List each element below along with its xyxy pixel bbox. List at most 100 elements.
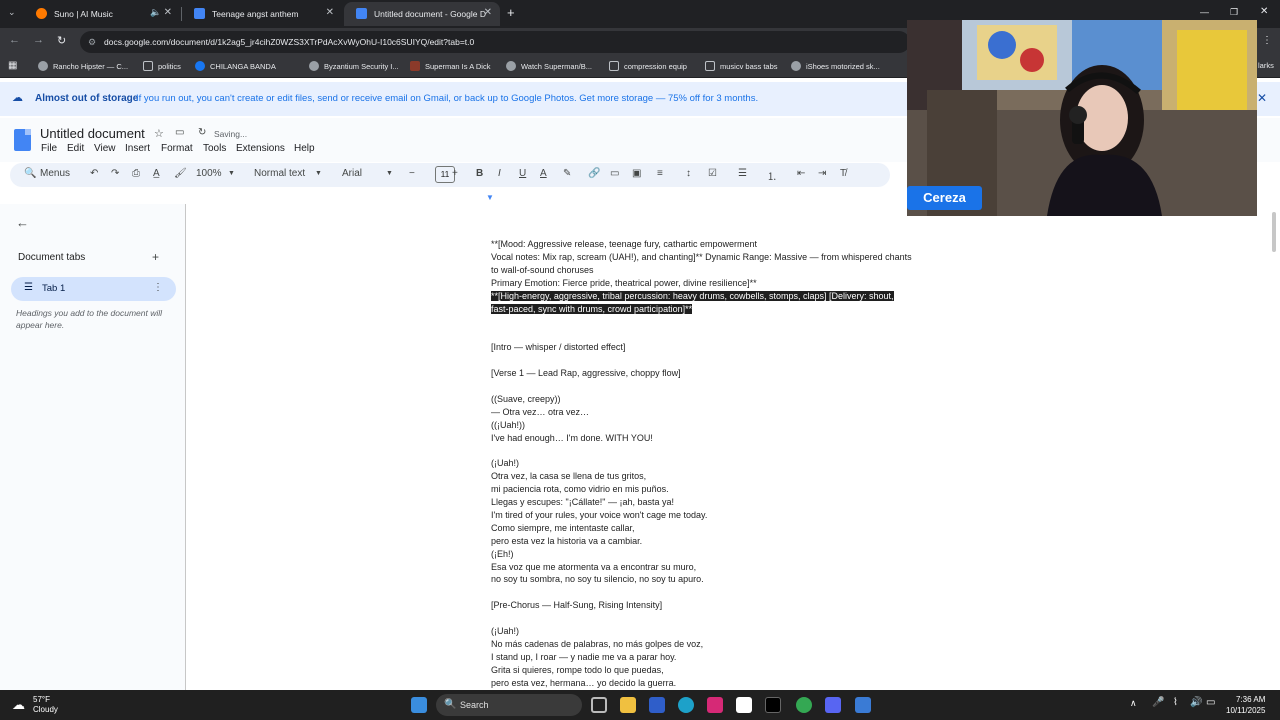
- banner-message-link[interactable]: If you run out, you can't create or edit…: [136, 93, 758, 104]
- search-menus-icon[interactable]: 🔍: [24, 168, 36, 179]
- print-icon[interactable]: ⎙: [132, 168, 140, 179]
- search-menus-label[interactable]: Menus: [40, 168, 70, 179]
- bookmark-folder[interactable]: compression equip: [609, 61, 687, 71]
- edge-icon[interactable]: [678, 697, 694, 713]
- more-options-icon[interactable]: ⋮: [153, 282, 163, 293]
- browser-tab-untitled-document[interactable]: Untitled document - Google D ✕: [344, 2, 500, 26]
- clock-date[interactable]: 10/11/2025: [1226, 706, 1265, 715]
- chevron-up-icon[interactable]: ∧: [1130, 698, 1137, 709]
- add-comment-icon[interactable]: ▭: [610, 168, 619, 179]
- bookmark-item[interactable]: Byzantium Security I...: [309, 61, 399, 71]
- amazon-icon[interactable]: [736, 697, 752, 713]
- bookmark-item[interactable]: CHILANGA BANDA: [195, 61, 276, 71]
- menu-edit[interactable]: Edit: [67, 143, 84, 154]
- weather-temp[interactable]: 57°F: [33, 695, 50, 704]
- increase-font-size-icon[interactable]: +: [452, 168, 458, 179]
- bookmark-item[interactable]: iShoes motorized sk...: [791, 61, 880, 71]
- notepad-icon[interactable]: [855, 697, 871, 713]
- increase-indent-icon[interactable]: ⇥: [818, 168, 826, 179]
- document-body[interactable]: **[Mood: Aggressive release, teenage fur…: [491, 238, 961, 690]
- browser-tab-suno[interactable]: Suno | AI Music 🔈 ✕: [24, 2, 180, 26]
- close-window-icon[interactable]: ✕: [1260, 6, 1268, 17]
- bookmark-item[interactable]: Watch Superman/B...: [506, 61, 592, 71]
- windows-start-icon[interactable]: [411, 697, 427, 713]
- discord-icon[interactable]: [825, 697, 841, 713]
- style-select[interactable]: Normal text: [254, 168, 305, 179]
- move-folder-icon[interactable]: ▭: [175, 127, 184, 138]
- add-tab-icon[interactable]: +: [152, 250, 159, 264]
- minimize-window-icon[interactable]: —: [1200, 7, 1209, 17]
- wifi-icon[interactable]: ⌇: [1173, 697, 1178, 708]
- decrease-font-size-icon[interactable]: −: [409, 168, 415, 179]
- file-explorer-icon[interactable]: [620, 697, 636, 713]
- x-app-icon[interactable]: [765, 697, 781, 713]
- task-view-icon[interactable]: [591, 697, 607, 713]
- menu-view[interactable]: View: [94, 143, 116, 154]
- clock-time[interactable]: 7:36 AM: [1236, 695, 1265, 704]
- microphone-icon[interactable]: 🎤: [1152, 697, 1164, 708]
- speaker-muted-icon[interactable]: 🔈: [150, 7, 161, 18]
- browser-tab-teenage-angst[interactable]: Teenage angst anthem ✕: [182, 2, 342, 26]
- maximize-window-icon[interactable]: ❐: [1230, 7, 1238, 18]
- align-icon[interactable]: ≡: [657, 168, 663, 179]
- insert-link-icon[interactable]: 🔗: [588, 168, 600, 179]
- redo-icon[interactable]: ↷: [111, 168, 119, 179]
- photoshop-icon[interactable]: [649, 697, 665, 713]
- speaker-icon[interactable]: 🔊: [1190, 697, 1202, 708]
- tab-search-icon[interactable]: ⌄: [8, 7, 16, 18]
- weather-desc[interactable]: Cloudy: [33, 705, 58, 714]
- taskbar-search-input[interactable]: 🔍 Search: [436, 694, 582, 716]
- document-tab-1[interactable]: ☰ Tab 1 ⋮: [11, 277, 176, 301]
- close-tab-icon[interactable]: ✕: [326, 7, 334, 18]
- decrease-indent-icon[interactable]: ⇤: [797, 168, 805, 179]
- instagram-icon[interactable]: [707, 697, 723, 713]
- apps-grid-icon[interactable]: ▦: [8, 60, 17, 71]
- reload-icon[interactable]: ↻: [57, 34, 66, 47]
- bookmark-folder[interactable]: politics: [143, 61, 181, 71]
- insert-image-icon[interactable]: ▣: [632, 168, 641, 179]
- menu-format[interactable]: Format: [161, 143, 193, 154]
- font-select[interactable]: Arial: [342, 168, 362, 179]
- line-spacing-icon[interactable]: ↕: [686, 168, 691, 179]
- battery-icon[interactable]: ▭: [1206, 697, 1215, 708]
- menu-file[interactable]: File: [41, 143, 57, 154]
- text-color-icon[interactable]: A: [540, 168, 547, 179]
- google-docs-logo-icon[interactable]: [14, 129, 31, 151]
- highlight-icon[interactable]: ✎: [563, 168, 571, 179]
- spellcheck-icon[interactable]: A̲: [153, 168, 160, 179]
- document-title[interactable]: Untitled document: [40, 126, 145, 141]
- italic-icon[interactable]: I: [498, 168, 501, 179]
- menu-insert[interactable]: Insert: [125, 143, 150, 154]
- zoom-select[interactable]: 100%: [196, 168, 222, 179]
- checklist-icon[interactable]: ☑: [708, 168, 717, 179]
- back-arrow-icon[interactable]: ←: [16, 215, 29, 230]
- menu-help[interactable]: Help: [294, 143, 315, 154]
- weather-icon[interactable]: ☁: [12, 697, 25, 713]
- paint-format-icon[interactable]: 🖌: [174, 168, 187, 179]
- url-input[interactable]: ⚙ docs.google.com/document/d/1k2ag5_jr4c…: [80, 31, 910, 53]
- back-arrow-icon[interactable]: ←: [9, 34, 20, 46]
- bulleted-list-icon[interactable]: ☰: [738, 168, 747, 179]
- menu-tools[interactable]: Tools: [203, 143, 226, 154]
- underline-icon[interactable]: U: [519, 168, 526, 179]
- document-page[interactable]: **[Mood: Aggressive release, teenage fur…: [187, 204, 1280, 690]
- vertical-scrollbar[interactable]: [1272, 212, 1276, 252]
- profile-menu-icon[interactable]: ⋮: [1262, 35, 1272, 46]
- ruler-indent-marker[interactable]: ▼: [486, 193, 494, 202]
- chrome-icon[interactable]: [796, 697, 812, 713]
- numbered-list-icon[interactable]: ⒈: [767, 168, 777, 183]
- site-info-icon[interactable]: ⚙: [88, 31, 96, 53]
- undo-icon[interactable]: ↶: [90, 168, 98, 179]
- close-tab-icon[interactable]: ✕: [164, 7, 172, 18]
- menu-extensions[interactable]: Extensions: [236, 143, 285, 154]
- clear-formatting-icon[interactable]: T̸: [840, 168, 846, 179]
- bookmark-item[interactable]: larks: [1258, 61, 1274, 70]
- bookmark-folder[interactable]: musicv bass tabs: [705, 61, 778, 71]
- close-tab-icon[interactable]: ✕: [484, 7, 492, 18]
- star-icon[interactable]: ☆: [154, 127, 164, 140]
- bookmark-item[interactable]: Superman Is A Dick: [410, 61, 490, 71]
- close-banner-icon[interactable]: ✕: [1257, 91, 1267, 105]
- bold-icon[interactable]: B: [476, 168, 483, 179]
- new-tab-icon[interactable]: +: [507, 5, 515, 20]
- bookmark-item[interactable]: Rancho Hipster — C...: [38, 61, 128, 71]
